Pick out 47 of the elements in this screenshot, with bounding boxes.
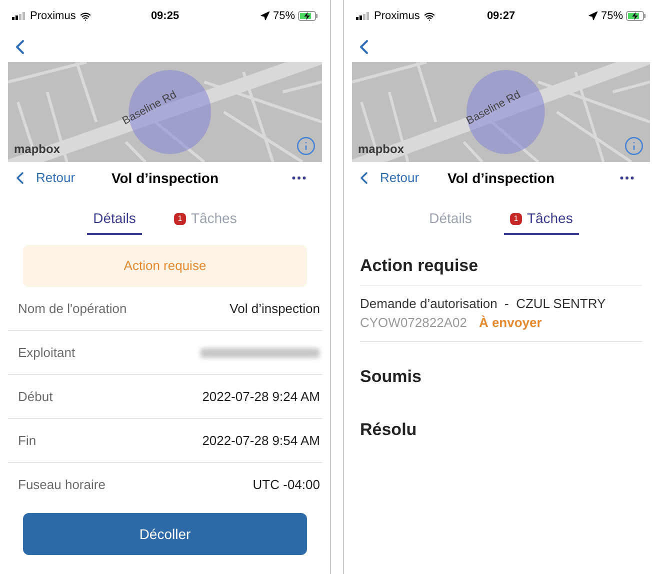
tab-label: Tâches: [190, 209, 237, 228]
wifi-icon: [80, 10, 91, 22]
battery-charging-icon: [298, 11, 318, 21]
battery-percent: 75%: [272, 8, 296, 24]
tab-label: Détails: [93, 209, 136, 228]
task-status: À envoyer: [478, 314, 542, 332]
action-banner: Action requise: [23, 245, 307, 287]
signal-icon: [356, 12, 370, 20]
location-icon: [260, 11, 270, 21]
map-attribution: mapbox: [14, 141, 60, 158]
count-badge: 1: [174, 212, 186, 224]
tab-label: Tâches: [526, 209, 573, 228]
tab[interactable]: 1 Tâches: [504, 208, 579, 235]
tab[interactable]: Détails: [87, 208, 142, 235]
sheet-title: Vol d’inspection: [446, 168, 556, 188]
task-code: CYOW072822A02: [360, 314, 467, 332]
clock-time: 09:25: [150, 8, 180, 24]
sheet-title: Vol d’inspection: [110, 168, 220, 188]
field-value: 2022-07-28 9:54 AM: [202, 432, 320, 450]
field-label: Début: [18, 388, 53, 406]
location-icon: [588, 11, 598, 21]
section-heading: Action requise: [360, 253, 642, 286]
field-label: Fin: [18, 432, 36, 450]
carrier-name: Proximus: [30, 8, 76, 24]
tab[interactable]: 1 Tâches: [168, 208, 243, 235]
signal-icon: [12, 12, 26, 20]
task-title: Demande d’autorisation - CZUL SENTRY: [360, 294, 607, 312]
clock-time: 09:27: [486, 8, 516, 24]
task-item[interactable]: Demande d’autorisation - CZUL SENTRY CYOW072822A02 À envoyer: [360, 286, 642, 342]
wifi-icon: [424, 10, 435, 22]
carrier-name: Proximus: [374, 8, 420, 24]
field-label: Nom de l'opération: [18, 300, 127, 318]
field-label: Fuseau horaire: [18, 476, 106, 494]
field-value: Vol d’inspection: [230, 300, 320, 318]
count-badge: 1: [510, 212, 522, 224]
battery-percent: 75%: [600, 8, 624, 24]
map-attribution: mapbox: [358, 141, 404, 158]
field-value: 2022-07-28 9:24 AM: [202, 388, 320, 406]
back-link[interactable]: Retour: [10, 168, 100, 188]
field-value: UTC -04:00: [252, 476, 320, 494]
tab-label: Détails: [429, 209, 472, 228]
section-heading: Soumis: [360, 366, 422, 388]
back-link[interactable]: Retour: [354, 168, 444, 188]
battery-charging-icon: [626, 11, 646, 21]
takeoff-button[interactable]: Décoller: [23, 513, 307, 555]
field-label: Exploitant: [18, 344, 76, 362]
section-heading: Résolu: [360, 419, 418, 441]
